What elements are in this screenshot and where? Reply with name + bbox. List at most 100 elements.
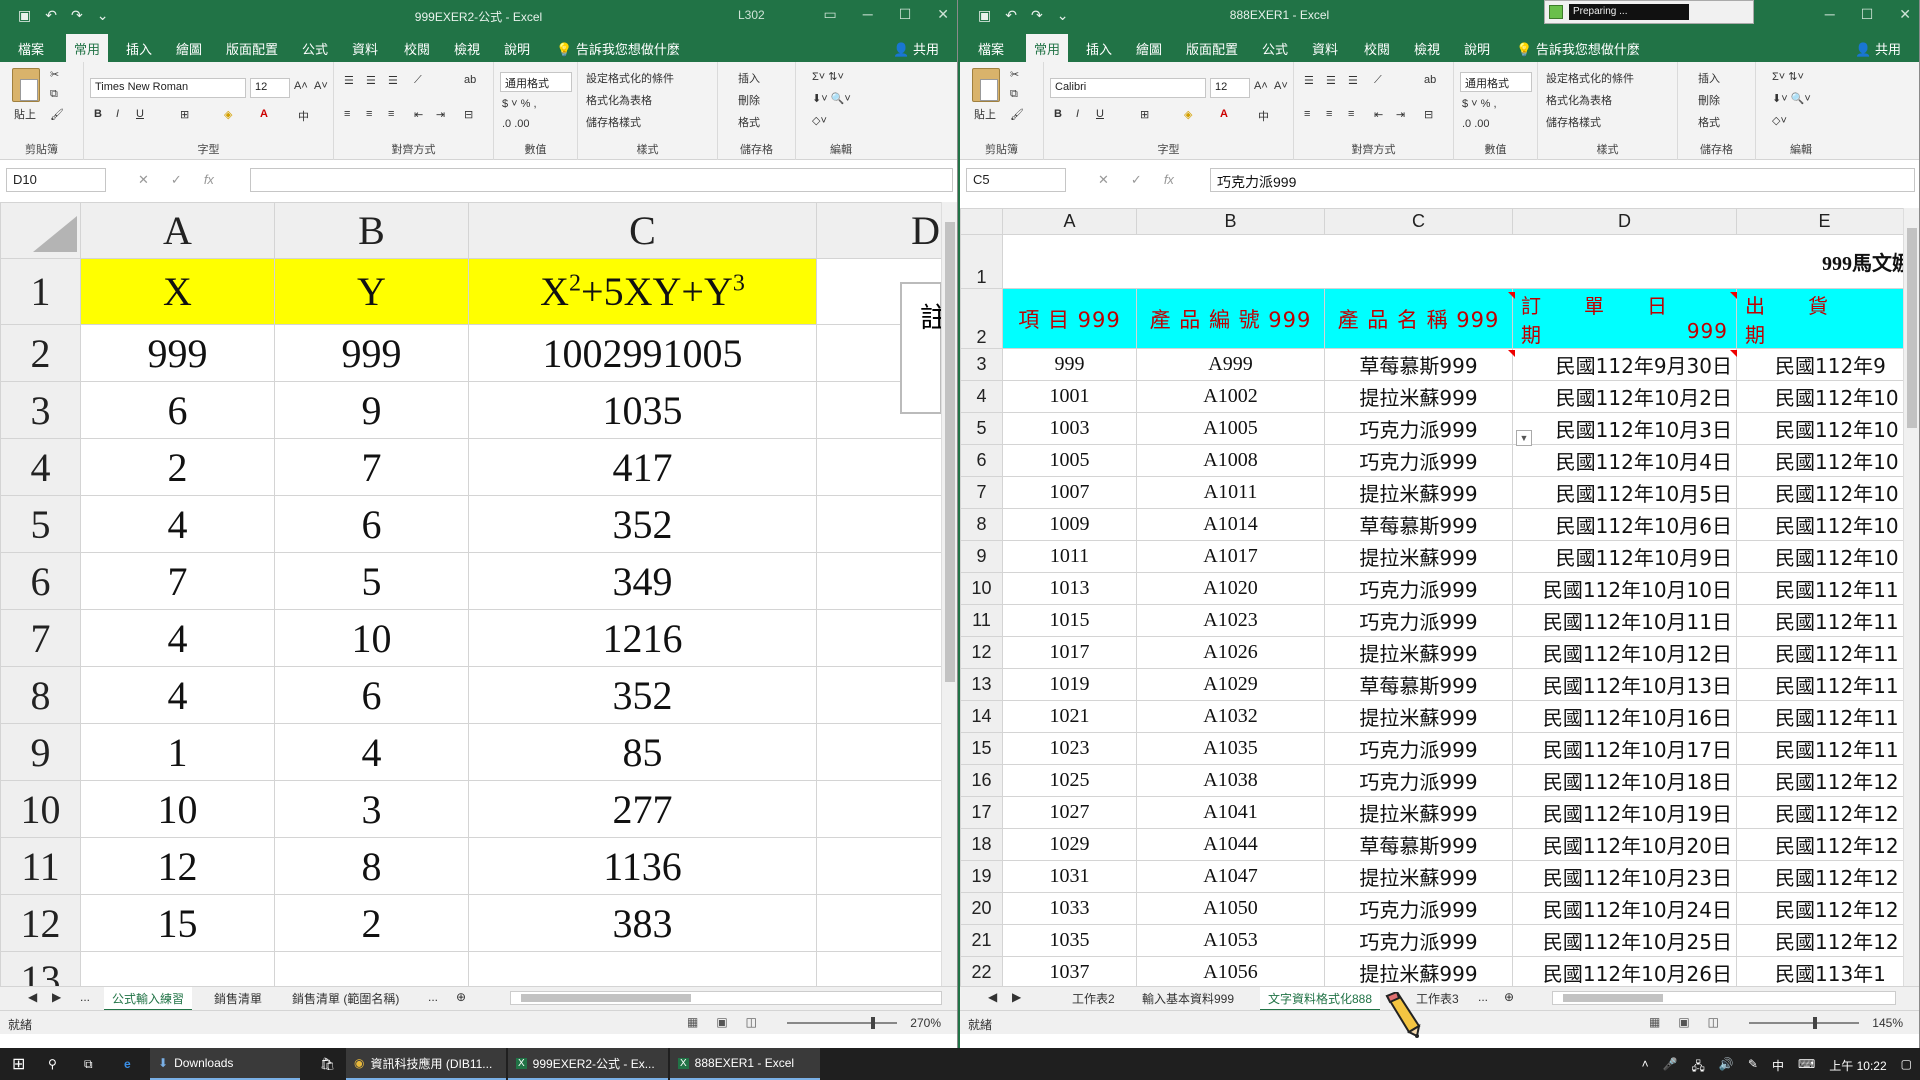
conditional-format-button[interactable]: 設定格式化的條件 bbox=[586, 70, 674, 86]
cell[interactable]: 提拉米蘇999 bbox=[1324, 380, 1513, 413]
wrap-text-icon[interactable]: ab bbox=[1424, 74, 1436, 86]
font-color-icon[interactable]: A bbox=[260, 108, 268, 120]
cell[interactable]: 1009 bbox=[1002, 508, 1137, 541]
cell[interactable]: A1041 bbox=[1136, 796, 1325, 829]
phonetic-icon[interactable]: 中 bbox=[1258, 108, 1269, 124]
cell[interactable]: 民國112年10月10日 bbox=[1512, 572, 1737, 605]
row-header[interactable]: 9 bbox=[960, 540, 1003, 573]
next-sheet-icon[interactable]: ▶ bbox=[44, 990, 69, 1004]
cell[interactable]: 3 bbox=[274, 780, 469, 838]
taskbar-downloads[interactable]: ⬇ Downloads bbox=[150, 1048, 300, 1080]
row-header[interactable]: 5 bbox=[0, 495, 81, 553]
share-button[interactable]: 👤 共用 bbox=[1855, 39, 1901, 58]
cell[interactable]: 提拉米蘇999 bbox=[1324, 476, 1513, 509]
row-header[interactable]: 6 bbox=[960, 444, 1003, 477]
cell[interactable]: 1017 bbox=[1002, 636, 1137, 669]
tab-data[interactable]: 資料 bbox=[1312, 39, 1338, 58]
delete-cells-button[interactable]: 刪除 bbox=[738, 92, 760, 108]
row-header[interactable]: 7 bbox=[0, 609, 81, 667]
enter-icon[interactable]: ✓ bbox=[171, 172, 182, 188]
row-header[interactable]: 5 bbox=[960, 412, 1003, 445]
cell[interactable]: 1023 bbox=[1002, 732, 1137, 765]
cell[interactable]: 民國112年12 bbox=[1736, 796, 1913, 829]
page-break-icon[interactable]: ◫ bbox=[746, 1015, 757, 1029]
cell[interactable]: 民國112年10月12日 bbox=[1512, 636, 1737, 669]
cell-header[interactable]: 產 品 編 號 999 bbox=[1136, 288, 1325, 349]
zoom-level[interactable]: 145% bbox=[1872, 1016, 1903, 1030]
row-header[interactable]: 1 bbox=[0, 258, 81, 325]
format-painter-icon[interactable]: 🖌 bbox=[50, 108, 64, 121]
cell[interactable]: 1021 bbox=[1002, 700, 1137, 733]
enter-icon[interactable]: ✓ bbox=[1131, 172, 1142, 188]
font-name-select[interactable]: Times New Roman bbox=[90, 78, 246, 98]
column-header[interactable]: C bbox=[468, 202, 817, 259]
clear-icon[interactable]: ◇˅ bbox=[812, 114, 827, 127]
row-header[interactable]: 18 bbox=[960, 828, 1003, 861]
cell[interactable]: A1026 bbox=[1136, 636, 1325, 669]
copy-icon[interactable]: ⧉ bbox=[1010, 88, 1018, 101]
cell[interactable]: 民國112年10 bbox=[1736, 476, 1913, 509]
formula-input[interactable]: 巧克力派999 bbox=[1210, 168, 1915, 192]
function-icon[interactable]: fx bbox=[204, 172, 214, 188]
column-header[interactable]: E bbox=[1736, 208, 1913, 235]
cell[interactable]: 草莓慕斯999 bbox=[1324, 348, 1513, 381]
tab-help[interactable]: 說明 bbox=[1464, 39, 1490, 58]
cell[interactable]: 民國112年10月6日 bbox=[1512, 508, 1737, 541]
currency-icon[interactable]: $ ˅ % , bbox=[502, 98, 537, 110]
cell-header[interactable]: 產 品 名 稱 999 bbox=[1324, 288, 1513, 349]
sheet-tab[interactable]: 公式輸入練習 bbox=[104, 987, 193, 1011]
input-icon[interactable]: ⌨ bbox=[1798, 1057, 1815, 1078]
cell[interactable]: A1005 bbox=[1136, 412, 1325, 445]
tab-draw[interactable]: 繪圖 bbox=[1136, 39, 1162, 58]
cell[interactable]: 民國112年11 bbox=[1736, 700, 1913, 733]
format-cells-button[interactable]: 格式 bbox=[1698, 114, 1720, 130]
cell[interactable]: 民國112年10 bbox=[1736, 508, 1913, 541]
cell[interactable]: 383 bbox=[468, 894, 817, 952]
decimal-icon[interactable]: .0 .00 bbox=[502, 118, 530, 130]
cell[interactable]: 民國112年10 bbox=[1736, 444, 1913, 477]
more-sheets-icon[interactable]: ... bbox=[420, 990, 446, 1004]
cell[interactable]: 6 bbox=[274, 666, 469, 724]
cell[interactable] bbox=[816, 438, 957, 496]
cell[interactable]: 民國112年10月24日 bbox=[1512, 892, 1737, 925]
cell[interactable]: 1002991005 bbox=[468, 324, 817, 382]
cell[interactable]: 1001 bbox=[1002, 380, 1137, 413]
cell[interactable]: 提拉米蘇999 bbox=[1324, 956, 1513, 986]
cell[interactable]: 民國112年10月13日 bbox=[1512, 668, 1737, 701]
align-right-icon[interactable]: ≡ bbox=[388, 108, 394, 120]
tab-formulas[interactable]: 公式 bbox=[302, 39, 328, 58]
row-header[interactable]: 2 bbox=[960, 288, 1003, 349]
cell[interactable]: 巧克力派999 bbox=[1324, 764, 1513, 797]
insert-cells-button[interactable]: 插入 bbox=[1698, 70, 1720, 86]
bold-button[interactable]: B bbox=[1054, 108, 1062, 120]
comment-box[interactable]: 註 bbox=[900, 282, 948, 414]
merge-center-icon[interactable]: ⊟ bbox=[464, 108, 473, 121]
cell[interactable]: 15 bbox=[80, 894, 275, 952]
cell[interactable]: 4 bbox=[80, 666, 275, 724]
zoom-knob[interactable] bbox=[1813, 1017, 1817, 1029]
cell[interactable] bbox=[274, 951, 469, 986]
cell[interactable]: 民國112年10月18日 bbox=[1512, 764, 1737, 797]
fill-icon[interactable]: ⬇˅ 🔍˅ bbox=[812, 92, 851, 105]
minimize-icon[interactable]: ─ bbox=[1825, 6, 1835, 23]
row-header[interactable]: 3 bbox=[960, 348, 1003, 381]
row-header[interactable]: 16 bbox=[960, 764, 1003, 797]
cell[interactable]: 2 bbox=[274, 894, 469, 952]
cell[interactable]: 民國112年10月17日 bbox=[1512, 732, 1737, 765]
italic-button[interactable]: I bbox=[1076, 108, 1079, 120]
cell[interactable]: 4 bbox=[80, 495, 275, 553]
orientation-icon[interactable]: ⟋ bbox=[414, 74, 422, 87]
align-middle-icon[interactable]: ☰ bbox=[1326, 74, 1336, 87]
row-header[interactable]: 4 bbox=[0, 438, 81, 496]
delete-cells-button[interactable]: 刪除 bbox=[1698, 92, 1720, 108]
cell[interactable]: 提拉米蘇999 bbox=[1324, 700, 1513, 733]
row-header[interactable]: 10 bbox=[0, 780, 81, 838]
clock[interactable]: 上午 10:22 bbox=[1829, 1057, 1886, 1078]
taskbar-excel-1[interactable]: X 999EXER2-公式 - Ex... bbox=[508, 1048, 668, 1080]
cancel-icon[interactable]: ✕ bbox=[138, 172, 149, 188]
row-header[interactable]: 19 bbox=[960, 860, 1003, 893]
underline-button[interactable]: U bbox=[1096, 108, 1104, 120]
cell[interactable]: X bbox=[80, 258, 275, 325]
cell[interactable]: A1032 bbox=[1136, 700, 1325, 733]
paste-button[interactable]: 貼上 bbox=[974, 106, 996, 122]
